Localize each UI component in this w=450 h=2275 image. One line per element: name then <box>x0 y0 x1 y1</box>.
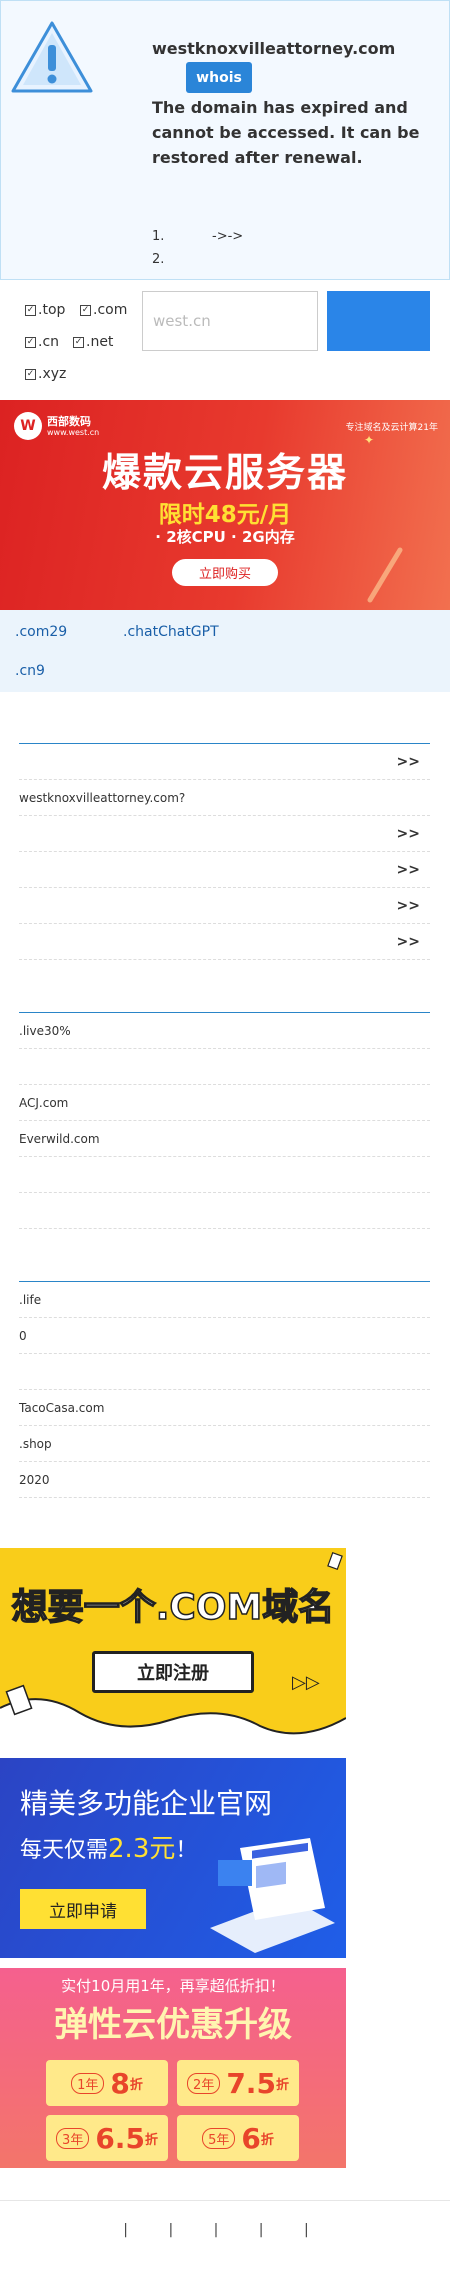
list-item[interactable]: TacoCasa.com <box>19 1390 430 1426</box>
list-item <box>19 1049 430 1085</box>
west-logo-icon: W <box>14 412 42 440</box>
svg-text:✦: ✦ <box>364 433 374 447</box>
list-item[interactable]: .life <box>19 1282 430 1318</box>
ad-com-domain[interactable]: 想要一个.COM域名 立即注册 ▷▷ <box>0 1548 346 1748</box>
steps-list: 1. ->-> 2. <box>152 225 243 271</box>
tld-checkbox-com[interactable]: ✓ .com <box>80 302 127 318</box>
list-item <box>19 1354 430 1390</box>
double-arrow-icon[interactable]: >> <box>397 888 420 924</box>
ad-elastic-cloud[interactable]: 实付10月用1年，再享超低折扣！ 弹性云优惠升级 1年 8 折 2年 7.5 折 3年 6… <box>0 1968 346 2168</box>
tld-checkbox-top[interactable]: ✓ .top <box>25 302 65 318</box>
expired-notice: westknoxvilleattorney.com whois The doma… <box>0 0 450 280</box>
footer-links[interactable]: | | | | | <box>0 2222 450 2238</box>
checkbox-icon[interactable]: ✓ <box>73 336 84 348</box>
list-item[interactable]: >> <box>19 744 430 780</box>
double-arrow-icon[interactable]: >> <box>397 924 420 960</box>
page: { "notice": { "domain": "westknoxvilleat… <box>0 0 450 2275</box>
expired-domain-name: westknoxvilleattorney.com <box>152 39 396 58</box>
domain-search-button[interactable] <box>327 291 430 351</box>
ad-site-headline: 精美多功能企业官网 <box>20 1787 273 1820</box>
discount-tile[interactable]: 5年 6 折 <box>177 2115 299 2161</box>
checkbox-icon[interactable]: ✓ <box>25 368 36 380</box>
register-now-button[interactable]: 立即注册 <box>92 1651 254 1693</box>
promo-link-chatgpt[interactable]: .chatChatGPT <box>123 624 219 640</box>
laptop-illustration-icon <box>210 1838 335 1953</box>
whois-button[interactable]: whois <box>186 62 252 93</box>
step-item: 2. <box>152 252 165 267</box>
promo-links: .com29 .chatChatGPT .cn9 <box>0 610 450 692</box>
discount-tile[interactable]: 1年 8 折 <box>46 2060 168 2106</box>
tld-checkbox-cn[interactable]: ✓ .cn <box>25 334 59 350</box>
step-item: 1. ->-> <box>152 229 244 244</box>
double-arrow-icon[interactable]: >> <box>397 744 420 780</box>
list-item <box>19 1157 430 1193</box>
list-item <box>19 1229 430 1265</box>
checkbox-icon[interactable]: ✓ <box>25 304 36 316</box>
list-item: 2020 <box>19 1462 430 1498</box>
list-item: westknoxvilleattorney.com? <box>19 780 430 816</box>
discount-tile[interactable]: 2年 7.5 折 <box>177 2060 299 2106</box>
list-item[interactable]: >> <box>19 888 430 924</box>
ad-site-subline: 每天仅需2.3元！ <box>20 1834 198 1864</box>
promo-link-com[interactable]: .com29 <box>15 624 67 640</box>
sparkle-decoration-icon: ✦ <box>364 433 403 603</box>
promo-link-cn[interactable]: .cn9 <box>15 663 45 679</box>
double-arrow-icon[interactable]: >> <box>397 852 420 888</box>
list-item: 0 <box>19 1318 430 1354</box>
apply-now-button[interactable]: 立即申请 <box>20 1889 146 1929</box>
double-play-icon: ▷▷ <box>292 1672 320 1693</box>
checkbox-icon[interactable]: ✓ <box>25 336 36 348</box>
list-item[interactable]: .live30% <box>19 1013 430 1049</box>
domain-search-input[interactable] <box>142 291 318 351</box>
warning-icon <box>11 21 93 93</box>
buy-now-button[interactable]: 立即购买 <box>172 559 278 586</box>
list-item <box>19 1193 430 1229</box>
list-item[interactable]: >> <box>19 852 430 888</box>
west-logo: W 西部数码 www.west.cn <box>14 412 99 440</box>
list-item[interactable]: >> <box>19 924 430 960</box>
expired-message: The domain has expired and cannot be acc… <box>152 98 420 167</box>
checkbox-icon[interactable]: ✓ <box>80 304 91 316</box>
ad-elastic-top: 实付10月用1年，再享超低折扣！ <box>61 1977 285 1995</box>
list-item[interactable]: >> <box>19 816 430 852</box>
list-item[interactable]: .shop <box>19 1426 430 1462</box>
list-item[interactable]: Everwild.com <box>19 1121 430 1157</box>
footer-divider <box>0 2200 450 2201</box>
tld-checkbox-net[interactable]: ✓ .net <box>73 334 113 350</box>
ad-enterprise-site[interactable]: 精美多功能企业官网 每天仅需2.3元！ 立即申请 <box>0 1758 346 1958</box>
tld-checkbox-xyz[interactable]: ✓ .xyz <box>25 366 66 382</box>
discount-tile[interactable]: 3年 6.5 折 <box>46 2115 168 2161</box>
ad-elastic-headline: 弹性云优惠升级 <box>54 2005 292 2045</box>
ad-com-headline: 想要一个.COM域名 <box>11 1586 335 1629</box>
double-arrow-icon[interactable]: >> <box>397 816 420 852</box>
cloud-server-banner[interactable]: W 西部数码 www.west.cn 专注域名及云计算21年 爆款云服务器 限时… <box>0 400 450 610</box>
list-item[interactable]: ACJ.com <box>19 1085 430 1121</box>
